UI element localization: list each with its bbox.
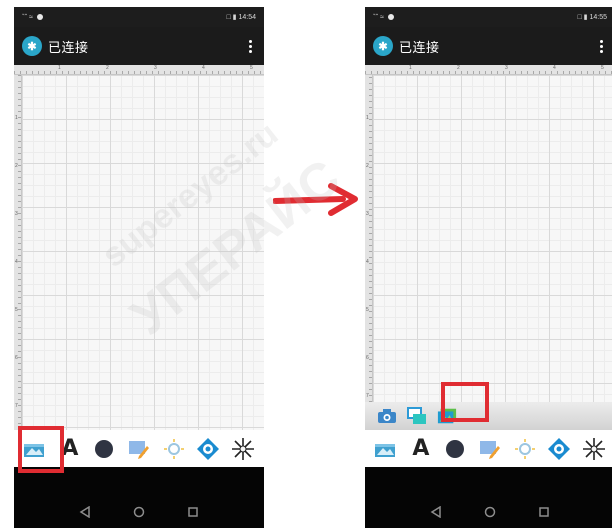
sun-icon <box>163 438 184 459</box>
recents-square-icon <box>188 507 198 517</box>
text-tool[interactable]: A <box>409 437 433 461</box>
ruler-tick: 1 <box>409 65 412 71</box>
ruler-tick: 4 <box>202 65 205 71</box>
edit-pencil-icon <box>479 440 500 459</box>
signal-icon: ‶‶ ≈ <box>373 14 385 21</box>
crop-image-tool[interactable] <box>407 406 427 426</box>
ruler-left: 1 2 3 4 5 6 7 <box>14 75 22 430</box>
drawing-canvas[interactable] <box>22 75 264 430</box>
ruler-tick: 3 <box>15 211 18 217</box>
ruler-tick: 2 <box>15 163 18 169</box>
ruler-tick: 3 <box>154 65 157 71</box>
recents-button[interactable] <box>183 504 203 520</box>
android-nav-bar <box>14 467 264 528</box>
ruler-tick: 5 <box>366 307 369 313</box>
home-button[interactable] <box>480 504 500 520</box>
ruler-tick: 2 <box>106 65 109 71</box>
ruler-tick: 2 <box>366 163 369 169</box>
signal-icon: ‶‶ ≈ <box>22 14 34 21</box>
ruler-tick: 6 <box>15 355 18 361</box>
ruler-tick: 1 <box>366 115 369 121</box>
edit-object-tool[interactable] <box>478 437 502 461</box>
laser-tool[interactable] <box>582 437 606 461</box>
back-triangle-icon <box>79 506 90 518</box>
ruler-tick: 7 <box>366 393 369 399</box>
ruler-tick: 4 <box>366 259 369 265</box>
ruler-tick: 2 <box>457 65 460 71</box>
recents-button[interactable] <box>534 504 554 520</box>
connection-status-title: 已连接 <box>48 39 89 55</box>
back-triangle-icon <box>430 506 441 518</box>
laser-burst-icon <box>582 437 605 460</box>
shape-circle-tool[interactable] <box>443 437 467 461</box>
back-button[interactable] <box>75 504 95 520</box>
ruler-tick: 3 <box>505 65 508 71</box>
laser-burst-icon <box>231 437 254 460</box>
overflow-menu-icon[interactable] <box>596 36 607 57</box>
app-bar: ✱ 已连接 <box>365 27 612 65</box>
notification-dot-icon <box>388 14 395 20</box>
insert-image-icon <box>375 443 396 457</box>
ruler-tick: 4 <box>553 65 556 71</box>
circle-shape-icon <box>446 439 465 458</box>
recents-square-icon <box>539 507 549 517</box>
drawing-canvas[interactable] <box>373 75 612 402</box>
brightness-tool[interactable] <box>162 437 186 461</box>
ruler-tick: 1 <box>58 65 61 71</box>
app-logo-icon: ✱ <box>373 36 393 56</box>
crop-image-icon <box>407 407 426 424</box>
app-logo-icon: ✱ <box>22 36 42 56</box>
status-bar: ‶‶ ≈ □ ▮ 14:55 <box>365 7 612 27</box>
phone-screen-after: ‶‶ ≈ □ ▮ 14:55 ✱ 已连接 1 2 3 4 5 1 2 3 4 5… <box>365 7 612 528</box>
overflow-menu-icon[interactable] <box>245 36 256 57</box>
arrow-right-icon <box>273 183 358 216</box>
bottom-toolbar: A <box>365 430 612 467</box>
ruler-top: 1 2 3 4 5 <box>365 65 612 75</box>
camera-icon <box>378 409 396 423</box>
camera-tool[interactable] <box>377 406 397 426</box>
ruler-tick: 4 <box>15 259 18 265</box>
target-diamond-icon <box>548 437 571 460</box>
ruler-left: 1 2 3 4 5 6 7 <box>365 75 373 402</box>
brightness-tool[interactable] <box>513 437 537 461</box>
connection-status-title: 已连接 <box>399 39 440 55</box>
ruler-tick: 5 <box>15 307 18 313</box>
highlight-box-gallery <box>441 382 489 422</box>
android-nav-bar <box>365 467 612 528</box>
home-button[interactable] <box>129 504 149 520</box>
target-tool[interactable] <box>196 437 220 461</box>
text-tool-glyph: A <box>412 435 430 461</box>
ruler-tick: 3 <box>366 211 369 217</box>
ruler-tick: 1 <box>15 115 18 121</box>
highlight-box-insert-image <box>18 426 64 473</box>
sun-icon <box>514 438 535 459</box>
shape-circle-tool[interactable] <box>92 437 116 461</box>
target-diamond-icon <box>197 437 220 460</box>
laser-tool[interactable] <box>231 437 255 461</box>
circle-shape-icon <box>95 439 114 458</box>
notification-dot-icon <box>37 14 44 20</box>
status-time: □ ▮ 14:55 <box>577 14 608 21</box>
app-bar: ✱ 已连接 <box>14 27 264 65</box>
edit-pencil-icon <box>128 440 149 459</box>
home-circle-icon <box>484 506 496 518</box>
home-circle-icon <box>133 506 145 518</box>
edit-object-tool[interactable] <box>127 437 151 461</box>
ruler-tick: 6 <box>366 355 369 361</box>
tutorial-figure: ‶‶ ≈ □ ▮ 14:54 ✱ 已连接 1 2 3 4 5 1 2 3 4 5… <box>0 0 612 528</box>
ruler-top: 1 2 3 4 5 <box>14 65 264 75</box>
target-tool[interactable] <box>547 437 571 461</box>
ruler-tick: 5 <box>601 65 604 71</box>
ruler-tick: 7 <box>15 403 18 409</box>
status-bar: ‶‶ ≈ □ ▮ 14:54 <box>14 7 264 27</box>
insert-image-tool[interactable] <box>374 437 398 461</box>
back-button[interactable] <box>426 504 446 520</box>
status-time: □ ▮ 14:54 <box>226 14 257 21</box>
ruler-tick: 5 <box>250 65 253 71</box>
